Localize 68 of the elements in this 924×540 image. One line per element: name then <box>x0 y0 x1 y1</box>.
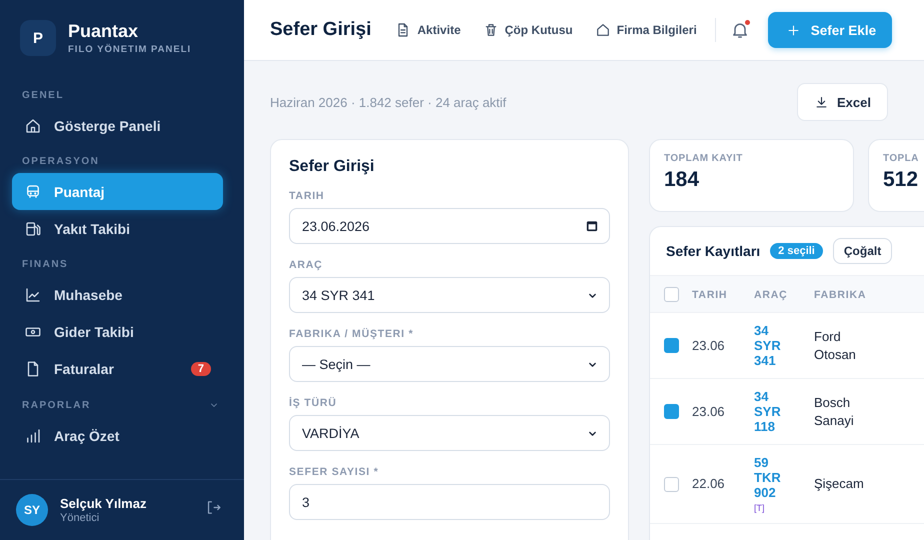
nav-item[interactable]: Yakıt Takibi <box>12 210 223 247</box>
column-header: TARIH <box>692 289 728 301</box>
calendar-icon <box>585 219 599 233</box>
select-all-checkbox[interactable] <box>664 286 679 302</box>
form-title: Sefer Girişi <box>289 158 376 176</box>
vehicle-link[interactable]: 59 TKR 902 <box>754 455 794 500</box>
stat-label: TOPLA <box>883 153 920 164</box>
duplicate-button[interactable]: Çoğalt <box>832 238 892 264</box>
factory-cell: Ford Otosan <box>814 328 856 362</box>
stat-value: 512 <box>883 168 920 192</box>
stat-label: TOPLAM KAYIT <box>664 153 744 164</box>
header-link[interactable]: Firma Bilgileri <box>594 22 697 38</box>
row-checkbox[interactable] <box>664 404 679 419</box>
user-avatar: SY <box>16 494 48 526</box>
vehicle-link[interactable]: 34 SYR 118 <box>754 389 794 434</box>
nav-item[interactable]: Gösterge Paneli <box>12 107 223 144</box>
excel-button[interactable]: Excel <box>797 83 888 121</box>
home-icon <box>24 116 42 134</box>
bar-chart-icon <box>24 426 42 444</box>
date-cell: 23.06 <box>692 338 725 352</box>
count-badge: 7 <box>190 362 211 376</box>
brand-name: Puantax <box>68 21 140 41</box>
section-title: GENEL <box>22 90 64 101</box>
user-role: Yönetici <box>60 512 100 524</box>
section-title: RAPORLAR <box>22 400 91 410</box>
brand-tagline: FILO YÖNETIM PANELI <box>68 44 192 55</box>
selection-badge: 2 seçili <box>770 243 823 259</box>
dropdown[interactable]: VARDİYA <box>289 415 610 451</box>
user-name: Selçuk Yılmaz <box>60 496 146 511</box>
download-icon <box>814 94 830 110</box>
vehicle-link[interactable]: 34 SYR 341 <box>754 323 794 368</box>
date-cell: 23.06 <box>692 404 725 418</box>
field-label: FABRIKA / MÜŞTERI * <box>289 328 414 340</box>
column-header: FABRIKA <box>814 289 866 301</box>
row-checkbox[interactable] <box>664 338 679 353</box>
vehicle-tag: [T] <box>754 503 814 513</box>
page-title: Sefer Girişi <box>270 19 372 41</box>
nav-item[interactable]: Araç Özet <box>12 417 223 454</box>
header-link[interactable]: Çöp Kutusu <box>482 22 573 38</box>
house-icon <box>594 22 611 38</box>
factory-cell: Şişecam <box>814 476 864 491</box>
nav-item[interactable]: Muhasebe <box>12 276 223 313</box>
fuel-pump-icon <box>24 220 42 238</box>
dropdown[interactable]: — Seçin — <box>289 346 610 382</box>
header-link[interactable]: Aktivite <box>395 22 461 38</box>
bus-icon <box>24 182 42 200</box>
column-header: ARAÇ <box>754 289 788 301</box>
date-field[interactable]: 23.06.2026 <box>289 208 610 244</box>
date-cell: 22.06 <box>692 476 725 491</box>
field-label: İŞ TÜRÜ <box>289 397 338 409</box>
line-chart-icon <box>24 286 42 304</box>
section-title: FINANS <box>22 259 68 270</box>
logo: P <box>20 20 56 56</box>
summary-text: Haziran 2026 · 1.842 sefer · 24 araç aktif <box>270 94 506 110</box>
factory-cell: Bosch Sanayi <box>814 394 854 428</box>
section-title: OPERASYON <box>22 156 100 167</box>
logout-icon <box>205 499 222 516</box>
input-field[interactable]: 3 <box>289 484 610 520</box>
nav-item[interactable]: Gider Takibi <box>12 313 223 350</box>
nav-item[interactable]: Faturalar 7 <box>12 350 223 387</box>
table-title: Sefer Kayıtları <box>666 243 760 259</box>
stat-value: 184 <box>664 168 700 192</box>
field-label: TARIH <box>289 190 326 202</box>
field-label: ARAÇ <box>289 259 324 271</box>
field-label: SEFER SAYISI * <box>289 466 380 478</box>
row-checkbox[interactable] <box>664 476 679 492</box>
dropdown[interactable]: 34 SYR 341 <box>289 277 610 313</box>
plus-icon <box>786 22 801 38</box>
